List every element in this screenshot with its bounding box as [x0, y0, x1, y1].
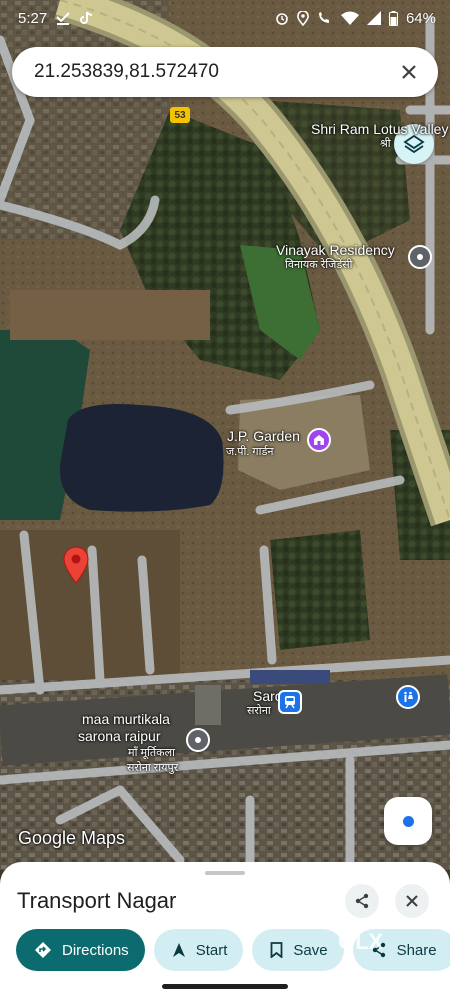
alarm-icon	[276, 13, 288, 25]
event-hall-icon	[314, 435, 324, 445]
jp-garden-pin[interactable]	[307, 428, 331, 452]
battery-percent: 64%	[405, 9, 436, 27]
status-right: 64%	[275, 10, 436, 27]
label-shri-ram-lotus-valley[interactable]: Shri Ram Lotus Valley	[311, 121, 448, 137]
directions-icon	[35, 942, 51, 958]
label-maa-murtikala-2[interactable]: sarona raipur	[78, 728, 161, 744]
label-sarona-hindi: सरोना	[247, 705, 271, 717]
restroom-icon	[404, 691, 413, 702]
maa-murtikala-pin[interactable]	[186, 728, 210, 752]
directions-label: Directions	[62, 941, 129, 959]
label-vinayak-hindi: विनायक रेजिडेंसी	[285, 259, 353, 271]
start-label: Start	[195, 941, 228, 959]
label-maa-murtikala-1[interactable]: maa murtikala	[82, 711, 170, 727]
poi-dot-icon	[417, 254, 423, 260]
battery-icon	[388, 10, 398, 26]
watermark-text: OLX	[338, 929, 384, 954]
save-button[interactable]: Save	[252, 929, 344, 971]
gesture-nav-bar[interactable]	[162, 984, 288, 989]
close-sheet-button[interactable]	[395, 884, 429, 918]
directions-button[interactable]: Directions	[16, 929, 145, 971]
my-location-button[interactable]	[384, 797, 432, 845]
close-icon[interactable]	[396, 59, 422, 85]
tiktok-icon	[80, 11, 93, 24]
label-shri-ram-hindi: श्री	[380, 138, 391, 150]
location-icon	[297, 10, 309, 26]
download-done-icon	[56, 12, 70, 25]
status-bar: 5:27 64%	[0, 0, 450, 36]
dropped-pin-icon[interactable]	[63, 546, 89, 584]
olx-watermark: OLX	[338, 929, 388, 969]
place-title: Transport Nagar	[17, 888, 177, 913]
status-left: 5:27	[18, 10, 93, 27]
wifi-call-icon	[318, 12, 329, 23]
close-icon	[406, 895, 418, 907]
start-button[interactable]: Start	[153, 929, 244, 971]
save-label: Save	[293, 941, 328, 959]
train-icon	[285, 696, 295, 709]
label-maa-murtikala-hindi-2: सरोना रायपुर	[127, 762, 179, 774]
restroom-pin[interactable]	[396, 685, 420, 709]
bookmark-icon	[270, 942, 283, 958]
wifi-icon	[340, 11, 359, 25]
google-maps-logo: Google Maps	[18, 828, 126, 848]
share-icon-button[interactable]	[345, 884, 379, 918]
signal-icon	[366, 11, 381, 25]
my-location-icon	[402, 815, 414, 827]
train-station-pin[interactable]	[278, 690, 302, 714]
navigation-arrow-icon	[172, 943, 185, 957]
poi-dot-icon	[195, 737, 201, 743]
label-jp-garden-hindi: ज.पी. गार्डन	[226, 446, 274, 458]
drag-handle[interactable]	[205, 871, 245, 875]
label-vinayak-residency[interactable]: Vinayak Residency	[276, 242, 395, 258]
label-maa-murtikala-hindi-1: माँ मूर्तिकला	[128, 747, 175, 759]
highway-shield: 53	[170, 107, 190, 123]
status-time: 5:27	[18, 9, 48, 27]
share-icon	[355, 893, 369, 909]
share-label: Share	[396, 941, 437, 959]
label-jp-garden[interactable]: J.P. Garden	[227, 428, 300, 444]
vinayak-residency-pin[interactable]	[408, 245, 432, 269]
search-input[interactable]: 21.253839,81.572470	[34, 61, 396, 83]
search-bar[interactable]: 21.253839,81.572470	[12, 47, 438, 97]
